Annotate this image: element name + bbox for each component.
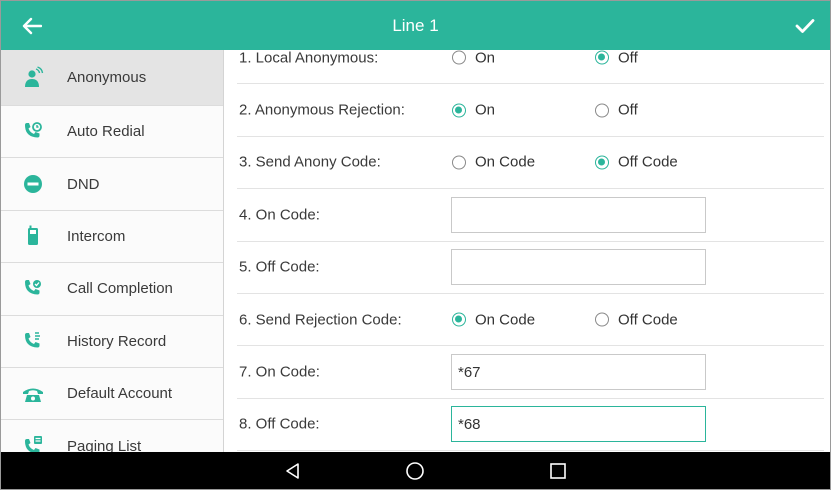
- option-label: On Code: [475, 311, 536, 329]
- send-rejection-code-off-radio[interactable]: Off Code: [595, 311, 678, 328]
- option-label: On Code: [475, 153, 536, 171]
- option-label: On: [475, 50, 496, 67]
- sidebar: Anonymous Auto Redial DND Intercom Call …: [1, 50, 224, 452]
- sidebar-item-default-account[interactable]: Default Account: [1, 368, 223, 421]
- telephone-icon: [21, 382, 45, 406]
- send-rejection-code-on-radio[interactable]: On Code: [452, 311, 535, 328]
- nav-home-button[interactable]: [395, 452, 435, 489]
- title-bar: Line 1: [1, 1, 830, 50]
- sidebar-item-auto-redial[interactable]: Auto Redial: [1, 106, 223, 159]
- sidebar-item-label: Auto Redial: [67, 123, 145, 141]
- anonymous-rejection-off-radio[interactable]: Off: [595, 102, 638, 119]
- intercom-handset-icon: [21, 224, 45, 248]
- radio-circle-icon: [595, 103, 609, 118]
- page-title: Line 1: [392, 16, 439, 35]
- setting-label: 6. Send Rejection Code:: [239, 311, 402, 329]
- send-anony-code-on-radio[interactable]: On Code: [452, 154, 535, 171]
- anony-off-code-input[interactable]: [451, 249, 706, 286]
- send-anony-code-off-radio[interactable]: Off Code: [595, 154, 678, 171]
- phone-screen: Line 1 Anonymous Auto Redial DND Interco…: [0, 0, 831, 490]
- option-label: Off Code: [618, 153, 678, 171]
- setting-label: 3. Send Anony Code:: [239, 153, 381, 171]
- radio-selected-icon: [452, 312, 466, 327]
- sidebar-item-intercom[interactable]: Intercom: [1, 211, 223, 264]
- nav-back-triangle-icon: [286, 462, 299, 479]
- sidebar-item-label: History Record: [67, 332, 167, 350]
- sidebar-item-label: Call Completion: [67, 280, 173, 298]
- radio-circle-icon: [452, 155, 466, 170]
- option-label: Off: [618, 101, 638, 119]
- history-record-icon: [21, 329, 45, 353]
- setting-row-anony-off-code: 5. Off Code:: [237, 242, 824, 294]
- rejection-on-code-input[interactable]: [451, 354, 706, 391]
- sidebar-item-label: Paging List: [67, 437, 142, 452]
- setting-label: 1. Local Anonymous:: [239, 50, 379, 67]
- rejection-off-code-input[interactable]: [451, 406, 706, 443]
- setting-row-rejection-off-code: 8. Off Code:: [237, 399, 824, 452]
- radio-selected-icon: [595, 50, 609, 65]
- anonymous-person-icon: [21, 65, 45, 90]
- sidebar-item-label: Anonymous: [67, 69, 147, 86]
- radio-selected-icon: [595, 155, 609, 170]
- setting-row-anonymous-rejection: 2. Anonymous Rejection: On Off: [237, 84, 824, 137]
- sidebar-item-anonymous[interactable]: Anonymous: [1, 50, 223, 106]
- nav-home-circle-icon: [406, 461, 424, 480]
- sidebar-item-call-completion[interactable]: Call Completion: [1, 263, 223, 316]
- setting-row-local-anonymous: 1. Local Anonymous: On Off: [237, 50, 824, 85]
- radio-circle-icon: [595, 312, 609, 327]
- anony-on-code-input[interactable]: [451, 196, 706, 233]
- setting-label: 4. On Code:: [239, 206, 320, 224]
- local-anonymous-on-radio[interactable]: On: [452, 50, 495, 66]
- setting-row-anony-on-code: 4. On Code:: [237, 189, 824, 242]
- option-label: On: [475, 101, 496, 119]
- phone-redial-icon: [21, 120, 45, 144]
- option-label: Off: [618, 50, 638, 67]
- settings-panel: 1. Local Anonymous: On Off 2. Anonymous …: [225, 50, 830, 452]
- sidebar-item-label: Intercom: [67, 227, 126, 245]
- nav-back-button[interactable]: [273, 452, 313, 489]
- paging-list-icon: [21, 434, 45, 452]
- anonymous-rejection-on-radio[interactable]: On: [452, 102, 495, 119]
- call-completion-icon: [21, 277, 45, 301]
- option-label: Off Code: [618, 311, 678, 329]
- nav-recents-button[interactable]: [538, 452, 578, 489]
- setting-row-send-rejection-code: 6. Send Rejection Code: On Code Off Code: [237, 294, 824, 347]
- setting-label: 7. On Code:: [239, 363, 320, 381]
- navigation-bar: [1, 452, 830, 489]
- radio-circle-icon: [452, 50, 466, 65]
- nav-recents-square-icon: [550, 462, 566, 479]
- setting-label: 2. Anonymous Rejection:: [239, 101, 405, 119]
- sidebar-item-paging-list[interactable]: Paging List: [1, 420, 223, 452]
- do-not-disturb-icon: [21, 172, 45, 196]
- local-anonymous-off-radio[interactable]: Off: [595, 50, 638, 66]
- sidebar-item-history-record[interactable]: History Record: [1, 316, 223, 368]
- checkmark-icon: [795, 19, 815, 33]
- setting-row-rejection-on-code: 7. On Code:: [237, 346, 824, 399]
- sidebar-item-label: DND: [67, 175, 100, 193]
- sidebar-item-label: Default Account: [67, 385, 173, 403]
- save-button[interactable]: [788, 9, 822, 43]
- setting-label: 8. Off Code:: [239, 415, 320, 433]
- setting-label: 5. Off Code:: [239, 258, 320, 276]
- radio-selected-icon: [452, 103, 466, 118]
- sidebar-item-dnd[interactable]: DND: [1, 158, 223, 211]
- setting-row-send-anony-code: 3. Send Anony Code: On Code Off Code: [237, 137, 824, 190]
